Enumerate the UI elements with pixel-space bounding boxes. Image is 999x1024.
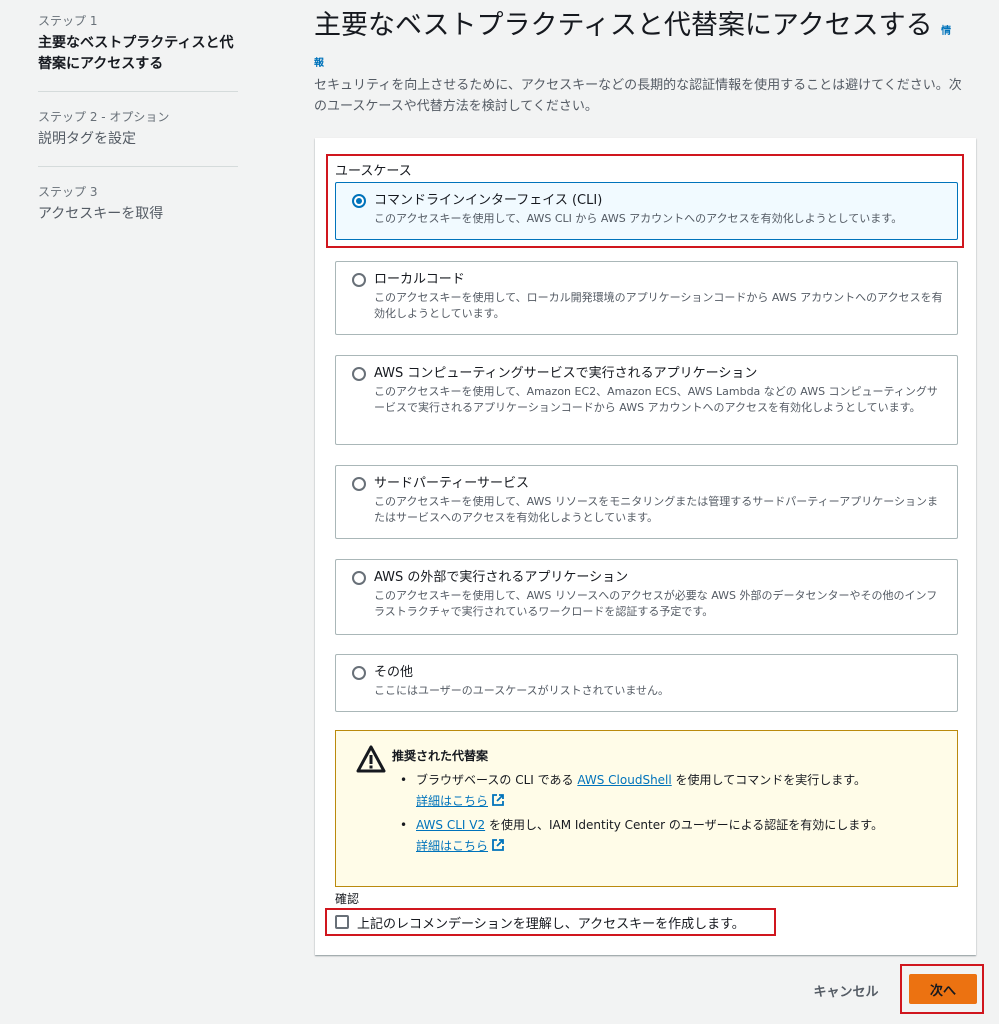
info-link-cont[interactable]: 報 [314, 54, 984, 69]
radio-third-party[interactable] [352, 477, 366, 491]
page-description: セキュリティを向上させるために、アクセスキーなどの長期的な認証情報を使用すること… [314, 78, 962, 114]
option-third-party-desc: このアクセスキーを使用して、AWS リソースをモニタリングまたは管理するサードパ… [374, 495, 938, 524]
alert-item1-text: ブラウザベースの CLI である [416, 773, 578, 787]
radio-cli[interactable] [352, 194, 366, 208]
option-local-code[interactable]: ローカルコード このアクセスキーを使用して、ローカル開発環境のアプリケーションコ… [335, 261, 958, 335]
step-1[interactable]: ステップ 1 主要なベストプラクティスと代替案にアクセスする [38, 8, 238, 92]
option-outside-aws[interactable]: AWS の外部で実行されるアプリケーション このアクセスキーを使用して、AWS … [335, 559, 958, 635]
confirmation-checkbox-row[interactable]: 上記のレコメンデーションを理解し、アクセスキーを作成します。 [335, 911, 745, 933]
external-link-icon[interactable] [492, 839, 504, 851]
option-local-code-title: ローカルコード [374, 272, 465, 287]
cancel-button[interactable]: キャンセル [798, 976, 894, 1004]
external-link-icon[interactable] [492, 794, 504, 806]
use-case-label: ユースケース [335, 164, 412, 179]
option-aws-compute-desc: このアクセスキーを使用して、Amazon EC2、Amazon ECS、AWS … [374, 385, 938, 414]
step-1-title: 主要なベストプラクティスと代替案にアクセスする [38, 35, 234, 72]
step-3[interactable]: ステップ 3 アクセスキーを取得 [38, 179, 238, 241]
alternatives-alert: 推奨された代替案 ブラウザベースの CLI である AWS CloudShell… [335, 730, 958, 887]
learn-more-link-2[interactable]: 詳細はこちら [416, 839, 488, 853]
learn-more-2-text: 詳細はこちら [416, 839, 489, 853]
confirmation-checkbox-label[interactable]: 上記のレコメンデーションを理解し、アクセスキーを作成します。 [357, 913, 745, 932]
use-case-panel: ユースケース コマンドラインインターフェイス (CLI) このアクセスキーを使用… [315, 138, 976, 955]
cli-v2-link[interactable]: AWS CLI V2 [416, 818, 485, 832]
step-3-title: アクセスキーを取得 [38, 206, 164, 222]
option-outside-aws-desc: このアクセスキーを使用して、AWS リソースへのアクセスが必要な AWS 外部の… [374, 589, 938, 618]
option-third-party[interactable]: サードパーティーサービス このアクセスキーを使用して、AWS リソースをモニタリ… [335, 465, 958, 539]
option-cli-title: コマンドラインインターフェイス (CLI) [374, 193, 603, 208]
confirmation-label: 確認 [335, 892, 360, 906]
learn-more-link-1[interactable]: 詳細はこちら [416, 794, 488, 808]
option-cli[interactable]: コマンドラインインターフェイス (CLI) このアクセスキーを使用して、AWS … [335, 182, 958, 240]
option-local-code-desc: このアクセスキーを使用して、ローカル開発環境のアプリケーションコードから AWS… [374, 291, 943, 320]
step-2[interactable]: ステップ 2 - オプション 説明タグを設定 [38, 104, 238, 167]
step-2-label: ステップ 2 - オプション [38, 110, 170, 124]
alert-item2-post: を使用し、IAM Identity Center のユーザーによる認証を有効にし… [485, 818, 884, 832]
option-third-party-title: サードパーティーサービス [374, 476, 529, 491]
page-header: 主要なベストプラクティスと代替案にアクセスする 情 報 セキュリティを向上させる… [314, 8, 984, 117]
radio-local-code[interactable] [352, 273, 366, 287]
step-2-title: 説明タグを設定 [38, 131, 136, 147]
page-title: 主要なベストプラクティスと代替案にアクセスする 情 [314, 8, 984, 50]
alert-item1-post: を使用してコマンドを実行します。 [671, 773, 866, 787]
warning-icon [356, 745, 386, 773]
option-aws-compute-title: AWS コンピューティングサービスで実行されるアプリケーション [374, 366, 758, 381]
radio-outside-aws[interactable] [352, 571, 366, 585]
option-outside-aws-title: AWS の外部で実行されるアプリケーション [374, 570, 629, 585]
info-link[interactable]: 情 [941, 26, 951, 37]
radio-other[interactable] [352, 666, 366, 680]
alert-list: ブラウザベースの CLI である AWS CloudShell を使用してコマン… [392, 770, 941, 857]
alert-item-cloudshell: ブラウザベースの CLI である AWS CloudShell を使用してコマン… [392, 770, 941, 812]
radio-aws-compute[interactable] [352, 367, 366, 381]
alert-title: 推奨された代替案 [392, 749, 489, 763]
confirmation-checkbox[interactable] [335, 915, 349, 929]
learn-more-1-text: 詳細はこちら [416, 794, 489, 808]
option-other-title: その他 [374, 665, 414, 680]
option-other[interactable]: その他 ここにはユーザーのユースケースがリストされていません。 [335, 654, 958, 712]
alert-item-cli-v2: AWS CLI V2 を使用し、IAM Identity Center のユーザ… [392, 815, 941, 857]
wizard-steps-sidebar: ステップ 1 主要なベストプラクティスと代替案にアクセスする ステップ 2 - … [38, 8, 238, 253]
option-cli-desc: このアクセスキーを使用して、AWS CLI から AWS アカウントへのアクセス… [374, 212, 903, 225]
step-1-label: ステップ 1 [38, 14, 98, 28]
cloudshell-link[interactable]: AWS CloudShell [577, 773, 671, 787]
step-3-label: ステップ 3 [38, 185, 98, 199]
next-button[interactable]: 次へ [909, 974, 977, 1004]
option-aws-compute[interactable]: AWS コンピューティングサービスで実行されるアプリケーション このアクセスキー… [335, 355, 958, 445]
option-other-desc: ここにはユーザーのユースケースがリストされていません。 [374, 684, 670, 697]
page-title-text: 主要なベストプラクティスと代替案にアクセスする [314, 10, 933, 41]
